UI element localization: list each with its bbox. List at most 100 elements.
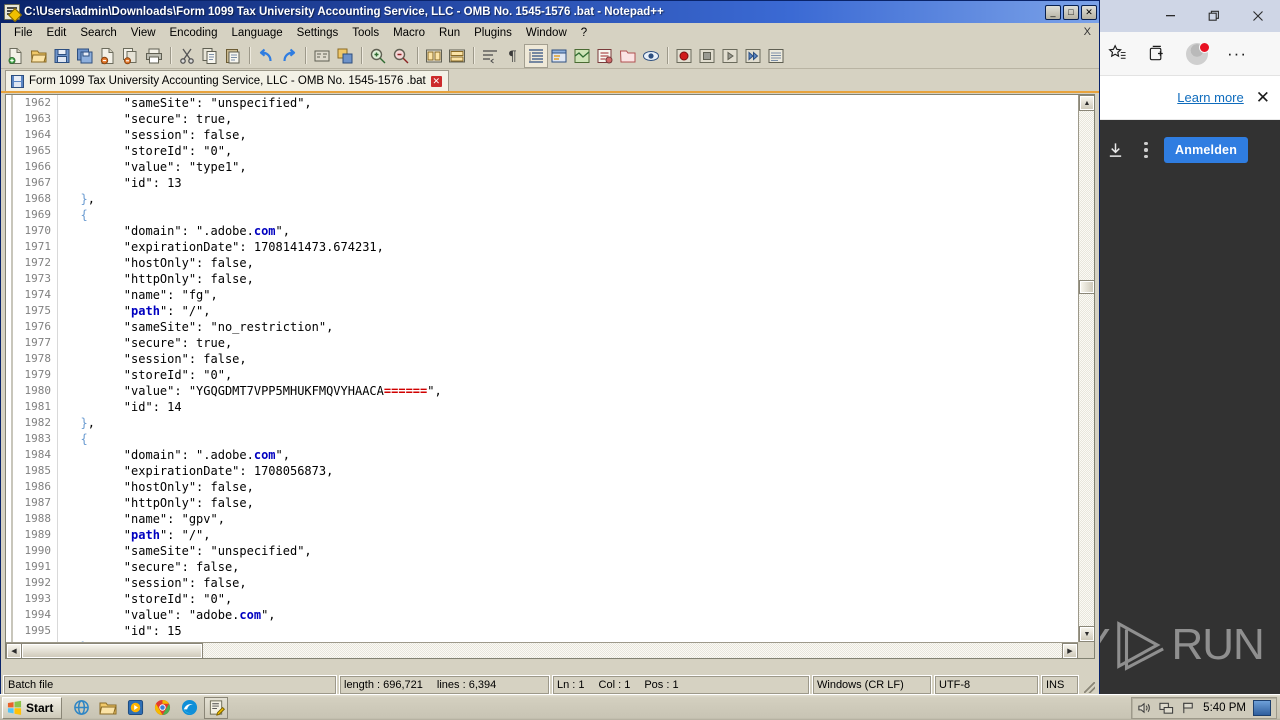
zoom-out-icon[interactable] — [390, 45, 412, 67]
start-button[interactable]: Start — [2, 696, 63, 719]
code-line[interactable]: "storeId": "0", — [66, 591, 1094, 607]
menu-item-encoding[interactable]: Encoding — [163, 25, 225, 41]
code-line[interactable]: "value": "type1", — [66, 159, 1094, 175]
document-tab[interactable]: Form 1099 Tax University Accounting Serv… — [5, 70, 449, 91]
code-line[interactable]: "id": 15 — [66, 623, 1094, 639]
menu-item-plugins[interactable]: Plugins — [467, 25, 519, 41]
volume-icon[interactable] — [1137, 701, 1152, 715]
menu-item-run[interactable]: Run — [432, 25, 467, 41]
menu-item-window[interactable]: Window — [519, 25, 574, 41]
notification-close-icon[interactable]: ✕ — [1256, 89, 1270, 106]
code-line[interactable]: { — [66, 431, 1094, 447]
vertical-scrollbar[interactable]: ▲ ▼ — [1078, 95, 1094, 642]
menu-item-edit[interactable]: Edit — [40, 25, 74, 41]
record-macro-icon[interactable] — [673, 45, 695, 67]
menu-item-search[interactable]: Search — [73, 25, 123, 41]
code-line[interactable]: "sameSite": "no_restriction", — [66, 319, 1094, 335]
show-all-chars-icon[interactable]: ¶ — [502, 45, 524, 67]
minimize-icon[interactable] — [1148, 1, 1192, 30]
menu-item-macro[interactable]: Macro — [386, 25, 432, 41]
minimize-button[interactable]: _ — [1045, 4, 1061, 20]
code-line[interactable]: "httpOnly": false, — [66, 271, 1094, 287]
horizontal-scroll-thumb[interactable] — [21, 643, 203, 658]
code-line[interactable]: "sameSite": "unspecified", — [66, 95, 1094, 111]
learn-more-link[interactable]: Learn more — [1177, 90, 1243, 105]
undo-icon[interactable] — [255, 45, 277, 67]
save-icon[interactable] — [51, 45, 73, 67]
replace-icon[interactable] — [334, 45, 356, 67]
code-line[interactable]: "domain": ".adobe.com", — [66, 223, 1094, 239]
restore-icon[interactable] — [1192, 1, 1236, 30]
file-explorer-icon[interactable] — [96, 697, 120, 719]
code-line[interactable]: "value": "adobe.com", — [66, 607, 1094, 623]
redo-icon[interactable] — [278, 45, 300, 67]
scroll-right-button[interactable]: ▶ — [1062, 643, 1078, 658]
code-line[interactable]: "storeId": "0", — [66, 367, 1094, 383]
horizontal-scrollbar[interactable]: ◀ ▶ — [6, 642, 1078, 658]
playback-icon[interactable] — [719, 45, 741, 67]
show-document-map-icon[interactable] — [571, 45, 593, 67]
user-defined-dialog-icon[interactable] — [548, 45, 570, 67]
folder-as-workspace-icon[interactable] — [617, 45, 639, 67]
code-line[interactable]: "sameSite": "unspecified", — [66, 543, 1094, 559]
close-all-icon[interactable] — [120, 45, 142, 67]
code-line[interactable]: }, — [66, 191, 1094, 207]
open-file-icon[interactable] — [28, 45, 50, 67]
code-line[interactable]: "domain": ".adobe.com", — [66, 447, 1094, 463]
code-line[interactable]: "session": false, — [66, 575, 1094, 591]
media-player-icon[interactable] — [123, 697, 147, 719]
favorites-icon[interactable] — [1102, 39, 1132, 69]
stop-record-icon[interactable] — [696, 45, 718, 67]
monitoring-icon[interactable] — [640, 45, 662, 67]
code-line[interactable]: "storeId": "0", — [66, 143, 1094, 159]
code-line[interactable]: "secure": false, — [66, 559, 1094, 575]
code-line[interactable]: "secure": true, — [66, 335, 1094, 351]
menu-item-view[interactable]: View — [124, 25, 163, 41]
profile-avatar[interactable] — [1182, 39, 1212, 69]
code-line[interactable]: "session": false, — [66, 351, 1094, 367]
collections-icon[interactable] — [1142, 39, 1172, 69]
scroll-up-button[interactable]: ▲ — [1079, 95, 1094, 111]
vertical-dots-icon[interactable] — [1136, 141, 1156, 159]
close-icon[interactable] — [1236, 1, 1280, 30]
code-line[interactable]: "session": false, — [66, 127, 1094, 143]
new-file-icon[interactable] — [5, 45, 27, 67]
code-line[interactable]: "value": "YGQGDMT7VPP5MHUKFMQVYHAACA====… — [66, 383, 1094, 399]
maximize-button[interactable]: □ — [1063, 4, 1079, 20]
paste-icon[interactable] — [222, 45, 244, 67]
code-line[interactable]: "path": "/", — [66, 303, 1094, 319]
code-line[interactable]: "expirationDate": 1708056873, — [66, 463, 1094, 479]
internet-explorer-icon[interactable] — [69, 697, 93, 719]
close-document-button[interactable]: X — [1084, 26, 1091, 38]
sync-horizontal-icon[interactable] — [446, 45, 468, 67]
close-button[interactable]: ✕ — [1081, 4, 1097, 20]
code-line[interactable]: "hostOnly": false, — [66, 479, 1094, 495]
code-line[interactable]: "name": "fg", — [66, 287, 1094, 303]
chrome-icon[interactable] — [150, 697, 174, 719]
code-line[interactable]: "expirationDate": 1708141473.674231, — [66, 239, 1094, 255]
cut-icon[interactable] — [176, 45, 198, 67]
code-line[interactable]: "path": "/", — [66, 527, 1094, 543]
vertical-scroll-thumb[interactable] — [1079, 280, 1094, 294]
function-list-icon[interactable] — [594, 45, 616, 67]
download-icon[interactable] — [1102, 135, 1128, 165]
word-wrap-icon[interactable] — [479, 45, 501, 67]
zoom-in-icon[interactable] — [367, 45, 389, 67]
sign-in-button[interactable]: Anmelden — [1164, 137, 1249, 163]
sync-vertical-icon[interactable] — [423, 45, 445, 67]
close-file-icon[interactable] — [97, 45, 119, 67]
find-icon[interactable] — [311, 45, 333, 67]
save-all-icon[interactable] — [74, 45, 96, 67]
clock[interactable]: 5:40 PM — [1203, 702, 1246, 714]
code-line[interactable]: { — [66, 207, 1094, 223]
code-line[interactable]: "httpOnly": false, — [66, 495, 1094, 511]
code-area[interactable]: "sameSite": "unspecified", "secure": tru… — [58, 95, 1094, 658]
scroll-down-button[interactable]: ▼ — [1079, 626, 1094, 642]
more-options-icon[interactable]: ··· — [1222, 39, 1252, 69]
code-line[interactable]: "hostOnly": false, — [66, 255, 1094, 271]
menu-item-[interactable]: ? — [574, 25, 594, 41]
copy-icon[interactable] — [199, 45, 221, 67]
menu-item-file[interactable]: File — [7, 25, 40, 41]
tab-close-icon[interactable]: ✕ — [430, 75, 442, 87]
code-line[interactable]: "name": "gpv", — [66, 511, 1094, 527]
